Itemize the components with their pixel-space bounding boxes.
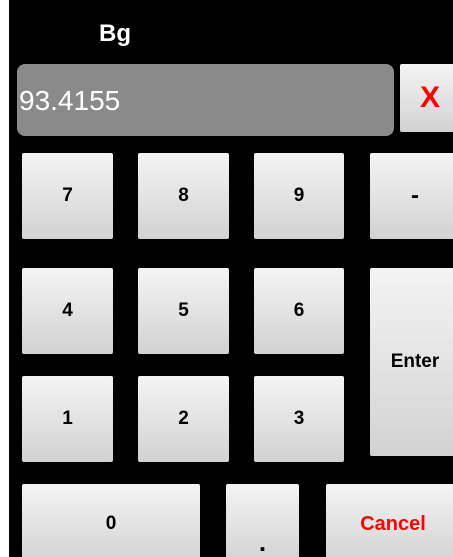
minus-button[interactable]: -	[370, 153, 453, 239]
value-display[interactable]: 93.4155	[17, 64, 394, 136]
clear-button[interactable]: X	[400, 64, 453, 132]
cancel-button[interactable]: Cancel	[326, 484, 453, 557]
page-title: Bg	[99, 20, 131, 47]
decimal-point-button[interactable]: .	[226, 484, 299, 557]
number-pad-screen: Bg 93.4155 X 7 8 9 - 4 5 6 Enter 1 2 3 0…	[9, 0, 453, 557]
key-6[interactable]: 6	[254, 268, 344, 354]
key-0[interactable]: 0	[22, 484, 200, 557]
key-2[interactable]: 2	[138, 376, 229, 462]
enter-button[interactable]: Enter	[370, 268, 453, 456]
key-5[interactable]: 5	[138, 268, 229, 354]
key-9[interactable]: 9	[254, 153, 344, 239]
key-7[interactable]: 7	[22, 153, 113, 239]
key-4[interactable]: 4	[22, 268, 113, 354]
key-3[interactable]: 3	[254, 376, 344, 462]
key-1[interactable]: 1	[22, 376, 113, 462]
key-8[interactable]: 8	[138, 153, 229, 239]
